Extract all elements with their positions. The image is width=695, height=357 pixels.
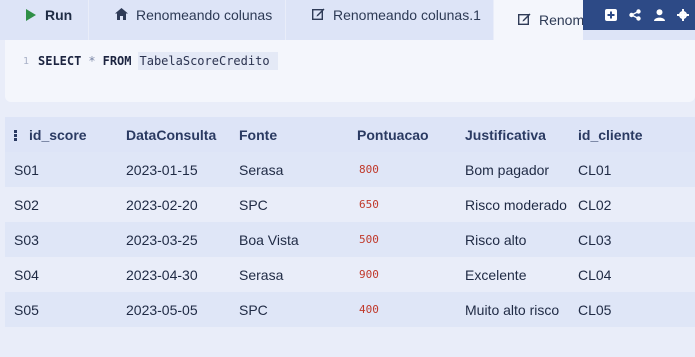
run-button[interactable]: Run <box>0 0 88 30</box>
cell-pontuacao: 500 <box>359 233 379 246</box>
column-header-id-score[interactable]: id_score <box>5 127 117 143</box>
sql-editor[interactable]: 1 SELECT * FROM TabelaScoreCredito <box>5 40 695 102</box>
cell-id-cliente: CL04 <box>578 266 612 283</box>
cell-id-score: S04 <box>14 266 39 283</box>
run-label: Run <box>45 7 73 23</box>
cell-id-score: S01 <box>14 161 39 178</box>
column-header-justificativa[interactable]: Justificativa <box>456 127 569 143</box>
cell-id-cliente: CL01 <box>578 161 612 178</box>
column-header-dataconsulta[interactable]: DataConsulta <box>117 127 230 143</box>
tab-renomeando-colunas-1[interactable]: Renomeando colunas.1 <box>286 0 493 30</box>
user-icon[interactable] <box>647 9 671 21</box>
sql-code: SELECT * FROM TabelaScoreCredito <box>38 52 278 70</box>
cell-fonte: Serasa <box>239 266 284 283</box>
cell-id-cliente: CL02 <box>578 196 612 213</box>
cell-dataconsulta: 2023-01-15 <box>126 161 198 178</box>
home-icon <box>115 7 128 23</box>
cell-fonte: Serasa <box>239 161 284 178</box>
cell-pontuacao: 800 <box>359 163 379 176</box>
column-header-id-cliente[interactable]: id_cliente <box>569 127 695 143</box>
cell-dataconsulta: 2023-02-20 <box>126 196 198 213</box>
column-header-fonte[interactable]: Fonte <box>230 127 348 143</box>
cell-id-cliente: CL05 <box>578 301 612 318</box>
table-name: TabelaScoreCredito <box>137 52 278 70</box>
cell-fonte: Boa Vista <box>239 231 299 248</box>
cell-justificativa: Risco moderado <box>465 196 567 213</box>
cell-dataconsulta: 2023-04-30 <box>126 266 198 283</box>
table-row: S02 2023-02-20 SPC 650 Risco moderado CL… <box>5 187 695 222</box>
table-row: S01 2023-01-15 Serasa 800 Bom pagador CL… <box>5 152 695 187</box>
column-header-pontuacao[interactable]: Pontuacao <box>348 127 456 143</box>
cell-id-score: S05 <box>14 301 39 318</box>
toolbar-actions <box>583 0 695 30</box>
tab-label: Renomeando colunas.1 <box>333 7 481 23</box>
cell-id-cliente: CL03 <box>578 231 612 248</box>
cell-id-score: S02 <box>14 196 39 213</box>
tab-label: Renomeando colunas.2 <box>539 12 583 28</box>
table-row: S04 2023-04-30 Serasa 900 Excelente CL04 <box>5 257 695 292</box>
share-icon[interactable] <box>623 9 647 21</box>
cell-justificativa: Muito alto risco <box>465 301 560 318</box>
column-menu-icon[interactable] <box>14 129 17 142</box>
toolbar: Run Renomeando colunas Renomeando coluna… <box>0 0 695 40</box>
cell-dataconsulta: 2023-05-05 <box>126 301 198 318</box>
table-header: id_score DataConsulta Fonte Pontuacao Ju… <box>5 117 695 152</box>
cell-fonte: SPC <box>239 196 268 213</box>
play-icon <box>26 9 36 21</box>
keyword-select: SELECT <box>38 54 82 68</box>
tab-label: Renomeando colunas <box>136 7 273 23</box>
tab-renomeando-colunas[interactable]: Renomeando colunas <box>89 0 285 30</box>
table-row: S03 2023-03-25 Boa Vista 500 Risco alto … <box>5 222 695 257</box>
table-row: S05 2023-05-05 SPC 400 Muito alto risco … <box>5 292 695 327</box>
cell-justificativa: Bom pagador <box>465 161 550 178</box>
settings-icon[interactable] <box>671 9 695 21</box>
add-tab-icon[interactable] <box>599 9 623 21</box>
line-number: 1 <box>23 56 30 67</box>
select-star: * <box>88 54 96 68</box>
tab-renomeando-colunas-2[interactable]: Renomeando colunas.2 <box>494 0 583 40</box>
cell-justificativa: Excelente <box>465 266 527 283</box>
cell-fonte: SPC <box>239 301 268 318</box>
edit-icon <box>517 13 531 28</box>
cell-dataconsulta: 2023-03-25 <box>126 231 198 248</box>
cell-justificativa: Risco alto <box>465 231 527 248</box>
cell-pontuacao: 400 <box>359 303 379 316</box>
results-table: id_score DataConsulta Fonte Pontuacao Ju… <box>5 117 695 327</box>
cell-pontuacao: 900 <box>359 268 379 281</box>
keyword-from: FROM <box>102 54 132 68</box>
cell-id-score: S03 <box>14 231 39 248</box>
cell-pontuacao: 650 <box>359 198 379 211</box>
edit-icon <box>311 8 325 23</box>
